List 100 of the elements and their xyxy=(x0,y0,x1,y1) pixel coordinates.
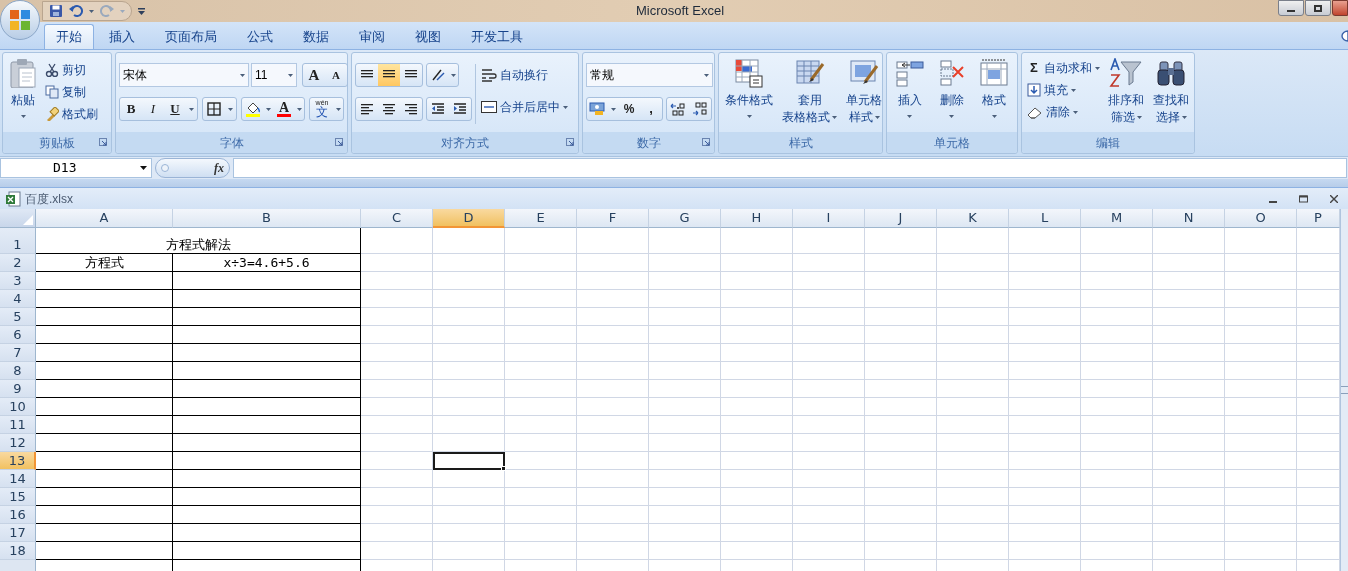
ribbon-tab[interactable]: 开发工具 xyxy=(456,24,538,49)
grid-cell xyxy=(1225,380,1297,398)
row-header[interactable]: 17 xyxy=(0,524,36,542)
row-header[interactable]: 1 xyxy=(0,228,36,254)
ribbon-button[interactable]: 清除 xyxy=(1025,102,1102,122)
group-label: 样式 xyxy=(788,134,813,152)
grid-cell xyxy=(361,344,433,362)
italic-button[interactable]: I xyxy=(142,98,164,120)
row-header[interactable]: 7 xyxy=(0,344,36,362)
ribbon-button[interactable]: 合并后居中 xyxy=(479,97,570,117)
column-header[interactable]: K xyxy=(937,209,1009,228)
row-header[interactable]: 14 xyxy=(0,470,36,488)
column-header[interactable]: P xyxy=(1297,209,1340,228)
copy-icon xyxy=(45,85,59,99)
grid-cell xyxy=(1225,326,1297,344)
grid-cell xyxy=(649,506,721,524)
ribbon-button[interactable]: 条件格式 xyxy=(722,56,776,132)
fill-handle[interactable] xyxy=(501,466,506,471)
column-header[interactable]: O xyxy=(1225,209,1297,228)
active-cell[interactable] xyxy=(433,452,505,470)
ribbon-button[interactable]: Σ 自动求和 xyxy=(1025,58,1102,78)
ribbon-tab[interactable]: 审阅 xyxy=(344,24,400,49)
caret-icon xyxy=(20,115,26,118)
grid-cell xyxy=(1009,290,1081,308)
ribbon-button[interactable]: 查找和 选择 xyxy=(1150,56,1192,132)
shrink-font-button[interactable]: A xyxy=(325,64,347,86)
ribbon-tab[interactable]: 开始 xyxy=(44,24,94,49)
row-header[interactable]: 12 xyxy=(0,434,36,452)
row-header[interactable]: 11 xyxy=(0,416,36,434)
grid-cell xyxy=(361,452,433,470)
grow-font-button[interactable]: A xyxy=(303,64,325,86)
caret-icon xyxy=(189,107,194,111)
row-header[interactable]: 6 xyxy=(0,326,36,344)
column-header[interactable]: C xyxy=(361,209,433,228)
column-header[interactable]: A xyxy=(36,209,173,228)
ribbon-button[interactable]: 插入 xyxy=(891,56,928,132)
ribbon-tab[interactable]: 视图 xyxy=(400,24,456,49)
row-header[interactable]: 5 xyxy=(0,308,36,326)
vertical-scrollbar[interactable] xyxy=(1340,209,1348,571)
ribbon-button[interactable]: 粘贴 xyxy=(6,56,40,132)
column-header[interactable]: B xyxy=(173,209,361,228)
dialog-launcher[interactable] xyxy=(334,137,344,147)
column-header[interactable]: D xyxy=(433,209,505,228)
font-name-field[interactable]: 宋体 xyxy=(119,63,249,87)
ribbon-button[interactable]: 格式刷 xyxy=(43,104,100,124)
restore-button[interactable] xyxy=(1305,0,1331,16)
ribbon-tab[interactable]: 页面布局 xyxy=(150,24,232,49)
number-format-field[interactable]: 常规 xyxy=(586,63,713,87)
dialog-launcher[interactable] xyxy=(701,137,711,147)
row-header[interactable]: 8 xyxy=(0,362,36,380)
row-header[interactable]: 9 xyxy=(0,380,36,398)
font-size-field[interactable]: 11 xyxy=(251,63,297,87)
name-box[interactable]: D13 xyxy=(0,158,152,178)
column-header[interactable]: M xyxy=(1081,209,1153,228)
office-button[interactable] xyxy=(0,0,40,40)
percent-button[interactable]: % xyxy=(618,98,640,120)
row-header[interactable]: 10 xyxy=(0,398,36,416)
vertical-align-button[interactable] xyxy=(378,64,400,86)
grid-cell xyxy=(1153,308,1225,326)
comma-button[interactable]: , xyxy=(640,98,662,120)
ribbon-button[interactable]: 复制 xyxy=(43,82,100,102)
font-color-button[interactable]: A xyxy=(273,98,295,120)
minimize-button[interactable] xyxy=(1278,0,1304,16)
close-button[interactable] xyxy=(1332,0,1348,16)
grid-cell xyxy=(1081,506,1153,524)
row-header[interactable]: 15 xyxy=(0,488,36,506)
ribbon-button[interactable]: 自动换行 xyxy=(479,65,570,85)
column-header[interactable]: I xyxy=(793,209,865,228)
row-header[interactable]: 2 xyxy=(0,254,36,272)
row-header[interactable]: 4 xyxy=(0,290,36,308)
column-header[interactable]: N xyxy=(1153,209,1225,228)
column-header[interactable]: L xyxy=(1009,209,1081,228)
insert-function-button[interactable]: fx xyxy=(214,159,224,177)
column-header[interactable]: J xyxy=(865,209,937,228)
grid-cell xyxy=(937,452,1009,470)
bold-button[interactable]: B xyxy=(120,98,142,120)
row-header[interactable]: 18 xyxy=(0,542,36,560)
ribbon-tab[interactable]: 插入 xyxy=(94,24,150,49)
ribbon-button[interactable]: 排序和 筛选 xyxy=(1105,56,1147,132)
grid-cell xyxy=(433,416,505,434)
ribbon-button[interactable]: 套用 表格格式 xyxy=(779,56,840,132)
row-header[interactable]: 13 xyxy=(0,452,36,470)
ribbon-button[interactable]: 删除 xyxy=(934,56,970,132)
column-header[interactable]: G xyxy=(649,209,721,228)
column-header[interactable]: H xyxy=(721,209,793,228)
ribbon-button[interactable]: 格式 xyxy=(976,56,1013,132)
column-header[interactable]: E xyxy=(505,209,577,228)
column-header[interactable]: F xyxy=(577,209,649,228)
ribbon-button[interactable]: 剪切 xyxy=(43,60,100,80)
row-header[interactable]: 16 xyxy=(0,506,36,524)
dialog-launcher[interactable] xyxy=(98,137,108,147)
ribbon-button[interactable]: 填充 xyxy=(1025,80,1102,100)
ribbon-tab[interactable]: 数据 xyxy=(288,24,344,49)
dialog-launcher[interactable] xyxy=(565,137,575,147)
underline-button[interactable]: U xyxy=(164,98,186,120)
formula-input[interactable] xyxy=(233,158,1347,178)
row-header[interactable]: 3 xyxy=(0,272,36,290)
ribbon-button[interactable]: 单元格 样式 xyxy=(843,56,885,132)
grid-cell xyxy=(1225,344,1297,362)
ribbon-tab[interactable]: 公式 xyxy=(232,24,288,49)
